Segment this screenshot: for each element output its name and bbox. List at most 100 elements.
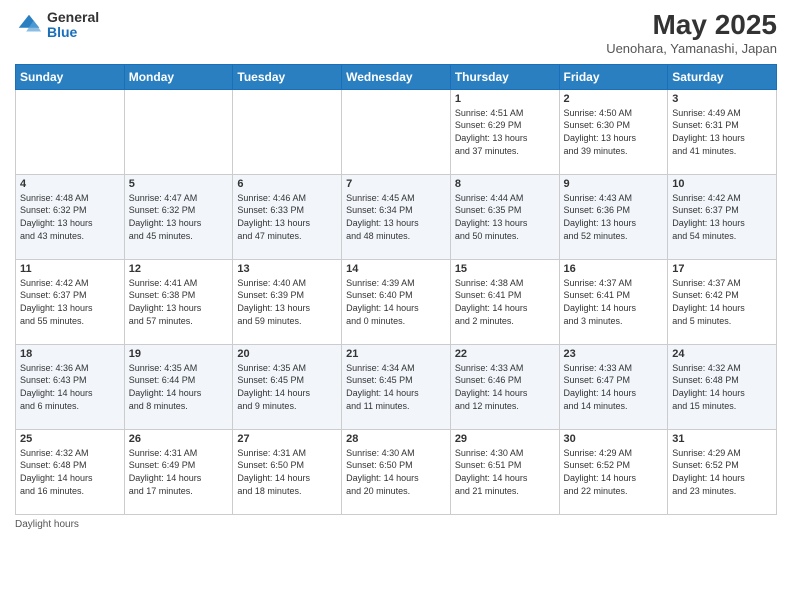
calendar-cell: 20Sunrise: 4:35 AM Sunset: 6:45 PM Dayli… <box>233 344 342 429</box>
calendar-cell: 5 Sunrise: 4:47 AM Sunset: 6:32 PM Daylig… <box>124 174 233 259</box>
title-section: May 2025 Uenohara, Yamanashi, Japan <box>606 10 777 56</box>
day-number: 9 <box>564 178 664 190</box>
day-info: Sunrise: 4:29 AM Sunset: 6:52 PM Dayligh… <box>564 447 664 497</box>
day-info: Sunrise: 4:49 AM Sunset: 6:31 PM Dayligh… <box>672 107 772 157</box>
calendar-cell: 27 Sunrise: 4:31 AM Sunset: 6:50 PM Dayli… <box>233 429 342 514</box>
calendar-week-1: 4Sunrise: 4:48 AM Sunset: 6:32 PM Daylig… <box>16 174 777 259</box>
calendar-cell: 22 Sunrise: 4:33 AM Sunset: 6:46 PM Dayli… <box>450 344 559 429</box>
calendar-cell: 9 Sunrise: 4:43 AM Sunset: 6:36 PM Daylig… <box>559 174 668 259</box>
day-info: Sunrise: 4:31 AM Sunset: 6:50 PM Dayligh… <box>237 447 337 497</box>
day-number: 29 <box>455 433 555 445</box>
calendar-week-2: 11Sunrise: 4:42 AM Sunset: 6:37 PM Dayli… <box>16 259 777 344</box>
calendar-cell: 24 Sunrise: 4:32 AM Sunset: 6:48 PM Dayli… <box>668 344 777 429</box>
calendar-cell: 10Sunrise: 4:42 AM Sunset: 6:37 PM Dayli… <box>668 174 777 259</box>
day-number: 27 <box>237 433 337 445</box>
day-number: 24 <box>672 348 772 360</box>
day-number: 5 <box>129 178 229 190</box>
col-sunday: Sunday <box>16 64 125 89</box>
day-info: Sunrise: 4:35 AM Sunset: 6:45 PM Dayligh… <box>237 362 337 412</box>
day-info: Sunrise: 4:31 AM Sunset: 6:49 PM Dayligh… <box>129 447 229 497</box>
col-tuesday: Tuesday <box>233 64 342 89</box>
calendar-cell: 29 Sunrise: 4:30 AM Sunset: 6:51 PM Dayli… <box>450 429 559 514</box>
day-info: Sunrise: 4:38 AM Sunset: 6:41 PM Dayligh… <box>455 277 555 327</box>
day-info: Sunrise: 4:30 AM Sunset: 6:50 PM Dayligh… <box>346 447 446 497</box>
day-number: 11 <box>20 263 120 275</box>
calendar-cell: 25Sunrise: 4:32 AM Sunset: 6:48 PM Dayli… <box>16 429 125 514</box>
calendar-cell: 7 Sunrise: 4:45 AM Sunset: 6:34 PM Daylig… <box>342 174 451 259</box>
col-friday: Friday <box>559 64 668 89</box>
calendar-cell: 18Sunrise: 4:36 AM Sunset: 6:43 PM Dayli… <box>16 344 125 429</box>
day-info: Sunrise: 4:39 AM Sunset: 6:40 PM Dayligh… <box>346 277 446 327</box>
day-info: Sunrise: 4:48 AM Sunset: 6:32 PM Dayligh… <box>20 192 120 242</box>
calendar-cell: 13 Sunrise: 4:40 AM Sunset: 6:39 PM Dayli… <box>233 259 342 344</box>
header: General Blue May 2025 Uenohara, Yamanash… <box>15 10 777 56</box>
calendar-cell: 28 Sunrise: 4:30 AM Sunset: 6:50 PM Dayli… <box>342 429 451 514</box>
day-number: 1 <box>455 93 555 105</box>
day-number: 31 <box>672 433 772 445</box>
day-info: Sunrise: 4:37 AM Sunset: 6:41 PM Dayligh… <box>564 277 664 327</box>
col-thursday: Thursday <box>450 64 559 89</box>
calendar-cell: 2 Sunrise: 4:50 AM Sunset: 6:30 PM Daylig… <box>559 89 668 174</box>
day-number: 16 <box>564 263 664 275</box>
calendar-cell <box>124 89 233 174</box>
day-info: Sunrise: 4:40 AM Sunset: 6:39 PM Dayligh… <box>237 277 337 327</box>
calendar-cell: 3 Sunrise: 4:49 AM Sunset: 6:31 PM Daylig… <box>668 89 777 174</box>
day-info: Sunrise: 4:33 AM Sunset: 6:46 PM Dayligh… <box>455 362 555 412</box>
calendar-cell: 17 Sunrise: 4:37 AM Sunset: 6:42 PM Dayli… <box>668 259 777 344</box>
calendar-cell: 26Sunrise: 4:31 AM Sunset: 6:49 PM Dayli… <box>124 429 233 514</box>
day-number: 2 <box>564 93 664 105</box>
day-number: 22 <box>455 348 555 360</box>
calendar-cell <box>233 89 342 174</box>
day-number: 7 <box>346 178 446 190</box>
calendar-cell: 23 Sunrise: 4:33 AM Sunset: 6:47 PM Dayli… <box>559 344 668 429</box>
day-info: Sunrise: 4:47 AM Sunset: 6:32 PM Dayligh… <box>129 192 229 242</box>
calendar-cell: 4Sunrise: 4:48 AM Sunset: 6:32 PM Daylig… <box>16 174 125 259</box>
day-info: Sunrise: 4:46 AM Sunset: 6:33 PM Dayligh… <box>237 192 337 242</box>
logo-blue-text: Blue <box>47 25 99 40</box>
calendar-cell: 8Sunrise: 4:44 AM Sunset: 6:35 PM Daylig… <box>450 174 559 259</box>
day-number: 23 <box>564 348 664 360</box>
calendar-cell: 11Sunrise: 4:42 AM Sunset: 6:37 PM Dayli… <box>16 259 125 344</box>
day-info: Sunrise: 4:37 AM Sunset: 6:42 PM Dayligh… <box>672 277 772 327</box>
day-number: 13 <box>237 263 337 275</box>
day-info: Sunrise: 4:45 AM Sunset: 6:34 PM Dayligh… <box>346 192 446 242</box>
day-number: 3 <box>672 93 772 105</box>
calendar-cell <box>342 89 451 174</box>
day-info: Sunrise: 4:41 AM Sunset: 6:38 PM Dayligh… <box>129 277 229 327</box>
calendar-cell: 19Sunrise: 4:35 AM Sunset: 6:44 PM Dayli… <box>124 344 233 429</box>
day-info: Sunrise: 4:43 AM Sunset: 6:36 PM Dayligh… <box>564 192 664 242</box>
day-number: 19 <box>129 348 229 360</box>
calendar-week-3: 18Sunrise: 4:36 AM Sunset: 6:43 PM Dayli… <box>16 344 777 429</box>
logo: General Blue <box>15 10 99 41</box>
calendar-cell: 12 Sunrise: 4:41 AM Sunset: 6:38 PM Dayli… <box>124 259 233 344</box>
calendar-week-4: 25Sunrise: 4:32 AM Sunset: 6:48 PM Dayli… <box>16 429 777 514</box>
calendar-cell: 30 Sunrise: 4:29 AM Sunset: 6:52 PM Dayli… <box>559 429 668 514</box>
day-info: Sunrise: 4:32 AM Sunset: 6:48 PM Dayligh… <box>672 362 772 412</box>
day-number: 12 <box>129 263 229 275</box>
calendar-cell: 15Sunrise: 4:38 AM Sunset: 6:41 PM Dayli… <box>450 259 559 344</box>
day-info: Sunrise: 4:51 AM Sunset: 6:29 PM Dayligh… <box>455 107 555 157</box>
calendar-cell <box>16 89 125 174</box>
day-info: Sunrise: 4:33 AM Sunset: 6:47 PM Dayligh… <box>564 362 664 412</box>
calendar-cell: 16 Sunrise: 4:37 AM Sunset: 6:41 PM Dayli… <box>559 259 668 344</box>
calendar-cell: 31 Sunrise: 4:29 AM Sunset: 6:52 PM Dayli… <box>668 429 777 514</box>
day-info: Sunrise: 4:42 AM Sunset: 6:37 PM Dayligh… <box>672 192 772 242</box>
day-number: 8 <box>455 178 555 190</box>
day-number: 17 <box>672 263 772 275</box>
day-number: 18 <box>20 348 120 360</box>
day-info: Sunrise: 4:32 AM Sunset: 6:48 PM Dayligh… <box>20 447 120 497</box>
day-number: 30 <box>564 433 664 445</box>
day-info: Sunrise: 4:30 AM Sunset: 6:51 PM Dayligh… <box>455 447 555 497</box>
location: Uenohara, Yamanashi, Japan <box>606 41 777 56</box>
day-number: 21 <box>346 348 446 360</box>
col-monday: Monday <box>124 64 233 89</box>
col-saturday: Saturday <box>668 64 777 89</box>
day-info: Sunrise: 4:50 AM Sunset: 6:30 PM Dayligh… <box>564 107 664 157</box>
day-number: 28 <box>346 433 446 445</box>
day-info: Sunrise: 4:29 AM Sunset: 6:52 PM Dayligh… <box>672 447 772 497</box>
footer-note: Daylight hours <box>15 519 777 530</box>
day-number: 6 <box>237 178 337 190</box>
calendar-cell: 6 Sunrise: 4:46 AM Sunset: 6:33 PM Daylig… <box>233 174 342 259</box>
day-number: 14 <box>346 263 446 275</box>
day-info: Sunrise: 4:34 AM Sunset: 6:45 PM Dayligh… <box>346 362 446 412</box>
